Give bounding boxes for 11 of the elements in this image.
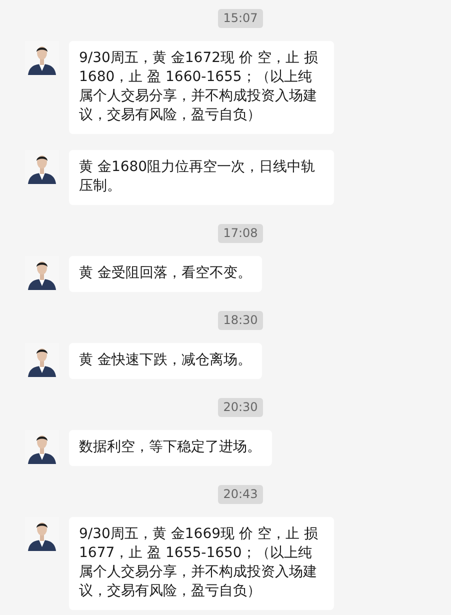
timestamp: 15:07 [218, 9, 263, 28]
message-bubble: 黄 金受阻回落，看空不变。 [69, 256, 262, 292]
message-bubble: 黄 金快速下跌，减仓离场。 [69, 343, 262, 379]
message-bubble: 9/30周五，黄 金1672现 价 空，止 损 1680，止 盈 1660-1655；（以上纯属个人交易分享，并不构成投资入场建议，交易有风险，盈亏自负） [69, 41, 334, 134]
message-bubble: 9/30周五，黄 金1669现 价 空，止 损 1677，止 盈 1655-1650；（以上纯属个人交易分享，并不构成投资入场建议，交易有风险，盈亏自负） [69, 517, 334, 610]
timestamp: 20:43 [218, 485, 263, 504]
message-bubble: 黄 金1680阻力位再空一次，日线中轨压制。 [69, 150, 334, 205]
timestamp: 17:08 [218, 224, 263, 243]
timestamp: 18:30 [218, 311, 263, 330]
timestamp: 20:30 [218, 398, 263, 417]
message-bubble: 数据利空，等下稳定了进场。 [69, 430, 272, 466]
